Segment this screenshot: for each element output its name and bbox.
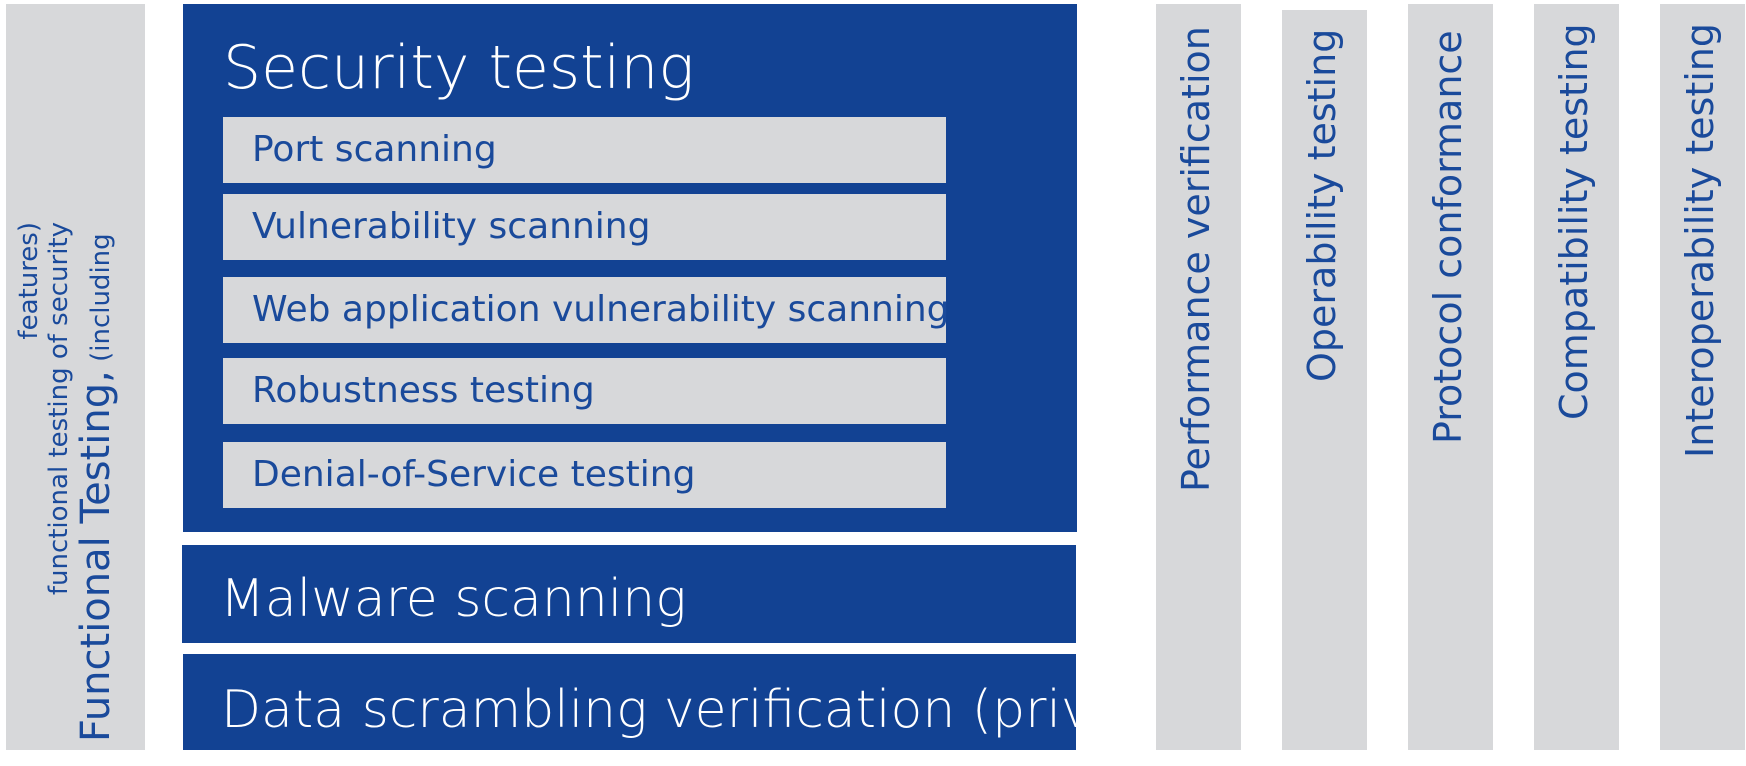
functional-testing-column: features) functional testing of security… [6, 4, 145, 750]
functional-testing-title: Functional Testing, [73, 370, 119, 742]
functional-testing-inline: (including [86, 233, 116, 371]
performance-verification-label: Performance verification [1174, 26, 1218, 492]
security-testing-block: Security testing Port scanning Vulnerabi… [183, 4, 1077, 532]
protocol-conformance-column: Protocol conformance [1408, 4, 1493, 750]
compatibility-testing-column: Compatibility testing [1534, 4, 1619, 750]
functional-testing-label: features) functional testing of security… [14, 222, 137, 742]
operability-testing-label: Operability testing [1300, 28, 1344, 382]
security-item-dos-testing: Denial-of-Service testing [223, 442, 946, 508]
security-item-port-scanning: Port scanning [223, 117, 946, 183]
functional-testing-sub1: functional testing of security [44, 222, 74, 596]
malware-scanning-block: Malware scanning [182, 545, 1076, 643]
functional-testing-sub2: features) [14, 222, 44, 340]
security-item-web-app-scanning: Web application vulnerability scanning [223, 277, 950, 343]
protocol-conformance-label: Protocol conformance [1426, 30, 1470, 444]
data-scrambling-block: Data scrambling verification (privacy) [183, 654, 1203, 750]
security-testing-title: Security testing [223, 33, 695, 103]
functional-testing-main-line: Functional Testing, (including [73, 222, 123, 742]
interoperability-testing-label: Interoperability testing [1678, 22, 1722, 458]
performance-verification-column: Performance verification [1156, 4, 1241, 750]
interoperability-testing-column: Interoperability testing [1660, 4, 1745, 750]
security-item-robustness-testing: Robustness testing [223, 358, 946, 424]
security-item-vulnerability-scanning: Vulnerability scanning [223, 194, 946, 260]
compatibility-testing-label: Compatibility testing [1552, 23, 1596, 420]
operability-testing-column: Operability testing [1282, 10, 1367, 750]
